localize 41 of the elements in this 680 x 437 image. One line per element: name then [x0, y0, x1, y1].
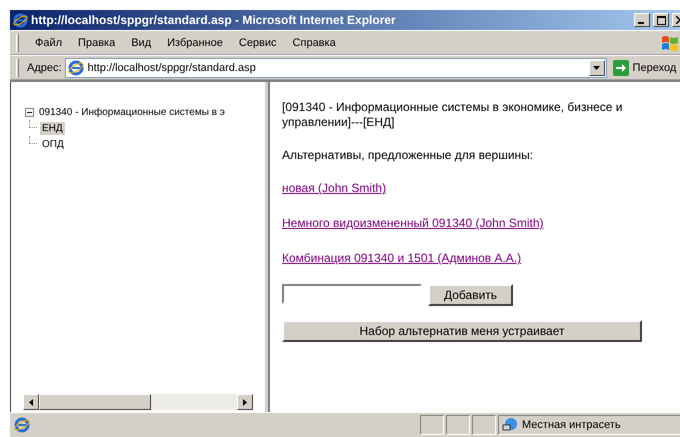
- url-text: http://localhost/sppgr/standard.asp: [88, 62, 257, 74]
- browser-icon: [13, 12, 28, 28]
- scroll-right-button[interactable]: [237, 394, 253, 410]
- menu-item[interactable]: Сервис: [230, 34, 285, 50]
- left-arrow-icon: [29, 398, 33, 406]
- alternative-link[interactable]: Немного видоизмененный 091340 (John Smith): [282, 216, 544, 230]
- status-pane: [446, 415, 470, 435]
- accept-button[interactable]: Набор альтернатив меня устраивает: [282, 320, 642, 342]
- horizontal-scrollbar[interactable]: [23, 394, 253, 410]
- right-arrow-icon: [243, 398, 247, 406]
- maximize-icon: [656, 16, 666, 24]
- alternative-link[interactable]: новая (John Smith): [282, 181, 386, 195]
- status-pane: [420, 415, 444, 435]
- go-button[interactable]: Переход: [606, 60, 676, 76]
- address-field[interactable]: http://localhost/sppgr/standard.asp: [64, 58, 607, 78]
- dropdown-button[interactable]: [588, 60, 605, 76]
- menu-item[interactable]: Правка: [70, 34, 124, 50]
- caret-icon: [593, 66, 600, 70]
- menu-item[interactable]: Справка: [284, 34, 344, 50]
- status-pane: [472, 415, 496, 435]
- menu-item[interactable]: Избранное: [159, 34, 231, 50]
- window-title: http://localhost/sppgr/standard.asp - Microsoft Internet Explorer: [31, 13, 397, 27]
- minimize-button[interactable]: [634, 13, 650, 27]
- alternative-link[interactable]: Комбинация 091340 и 1501 (Админов А.А.): [282, 251, 522, 265]
- menu-item[interactable]: Вид: [123, 34, 160, 50]
- node-heading: [091340 - Информационные системы в экономике, бизнесе и управлении]---[ЕНД]: [282, 100, 624, 130]
- tree-item[interactable]: ЕНД: [40, 122, 65, 134]
- browser-icon: [68, 60, 84, 76]
- scroll-thumb[interactable]: [39, 394, 151, 410]
- menu-item[interactable]: Файл: [27, 34, 70, 50]
- add-button[interactable]: Добавить: [428, 284, 514, 306]
- scroll-left-button[interactable]: [23, 394, 39, 410]
- collapse-toggle[interactable]: [25, 108, 34, 116]
- tree-item[interactable]: 091340 - Информационные системы в э: [37, 106, 227, 118]
- tree-item[interactable]: ОПД: [40, 138, 66, 150]
- browser-icon: [14, 417, 30, 433]
- network-icon: [502, 417, 518, 433]
- zone-text: Местная интрасеть: [522, 419, 621, 431]
- address-label: Адрес:: [27, 62, 62, 74]
- alternatives-prompt: Альтернативы, предложенные для вершины:: [282, 148, 534, 163]
- maximize-button[interactable]: [653, 13, 669, 27]
